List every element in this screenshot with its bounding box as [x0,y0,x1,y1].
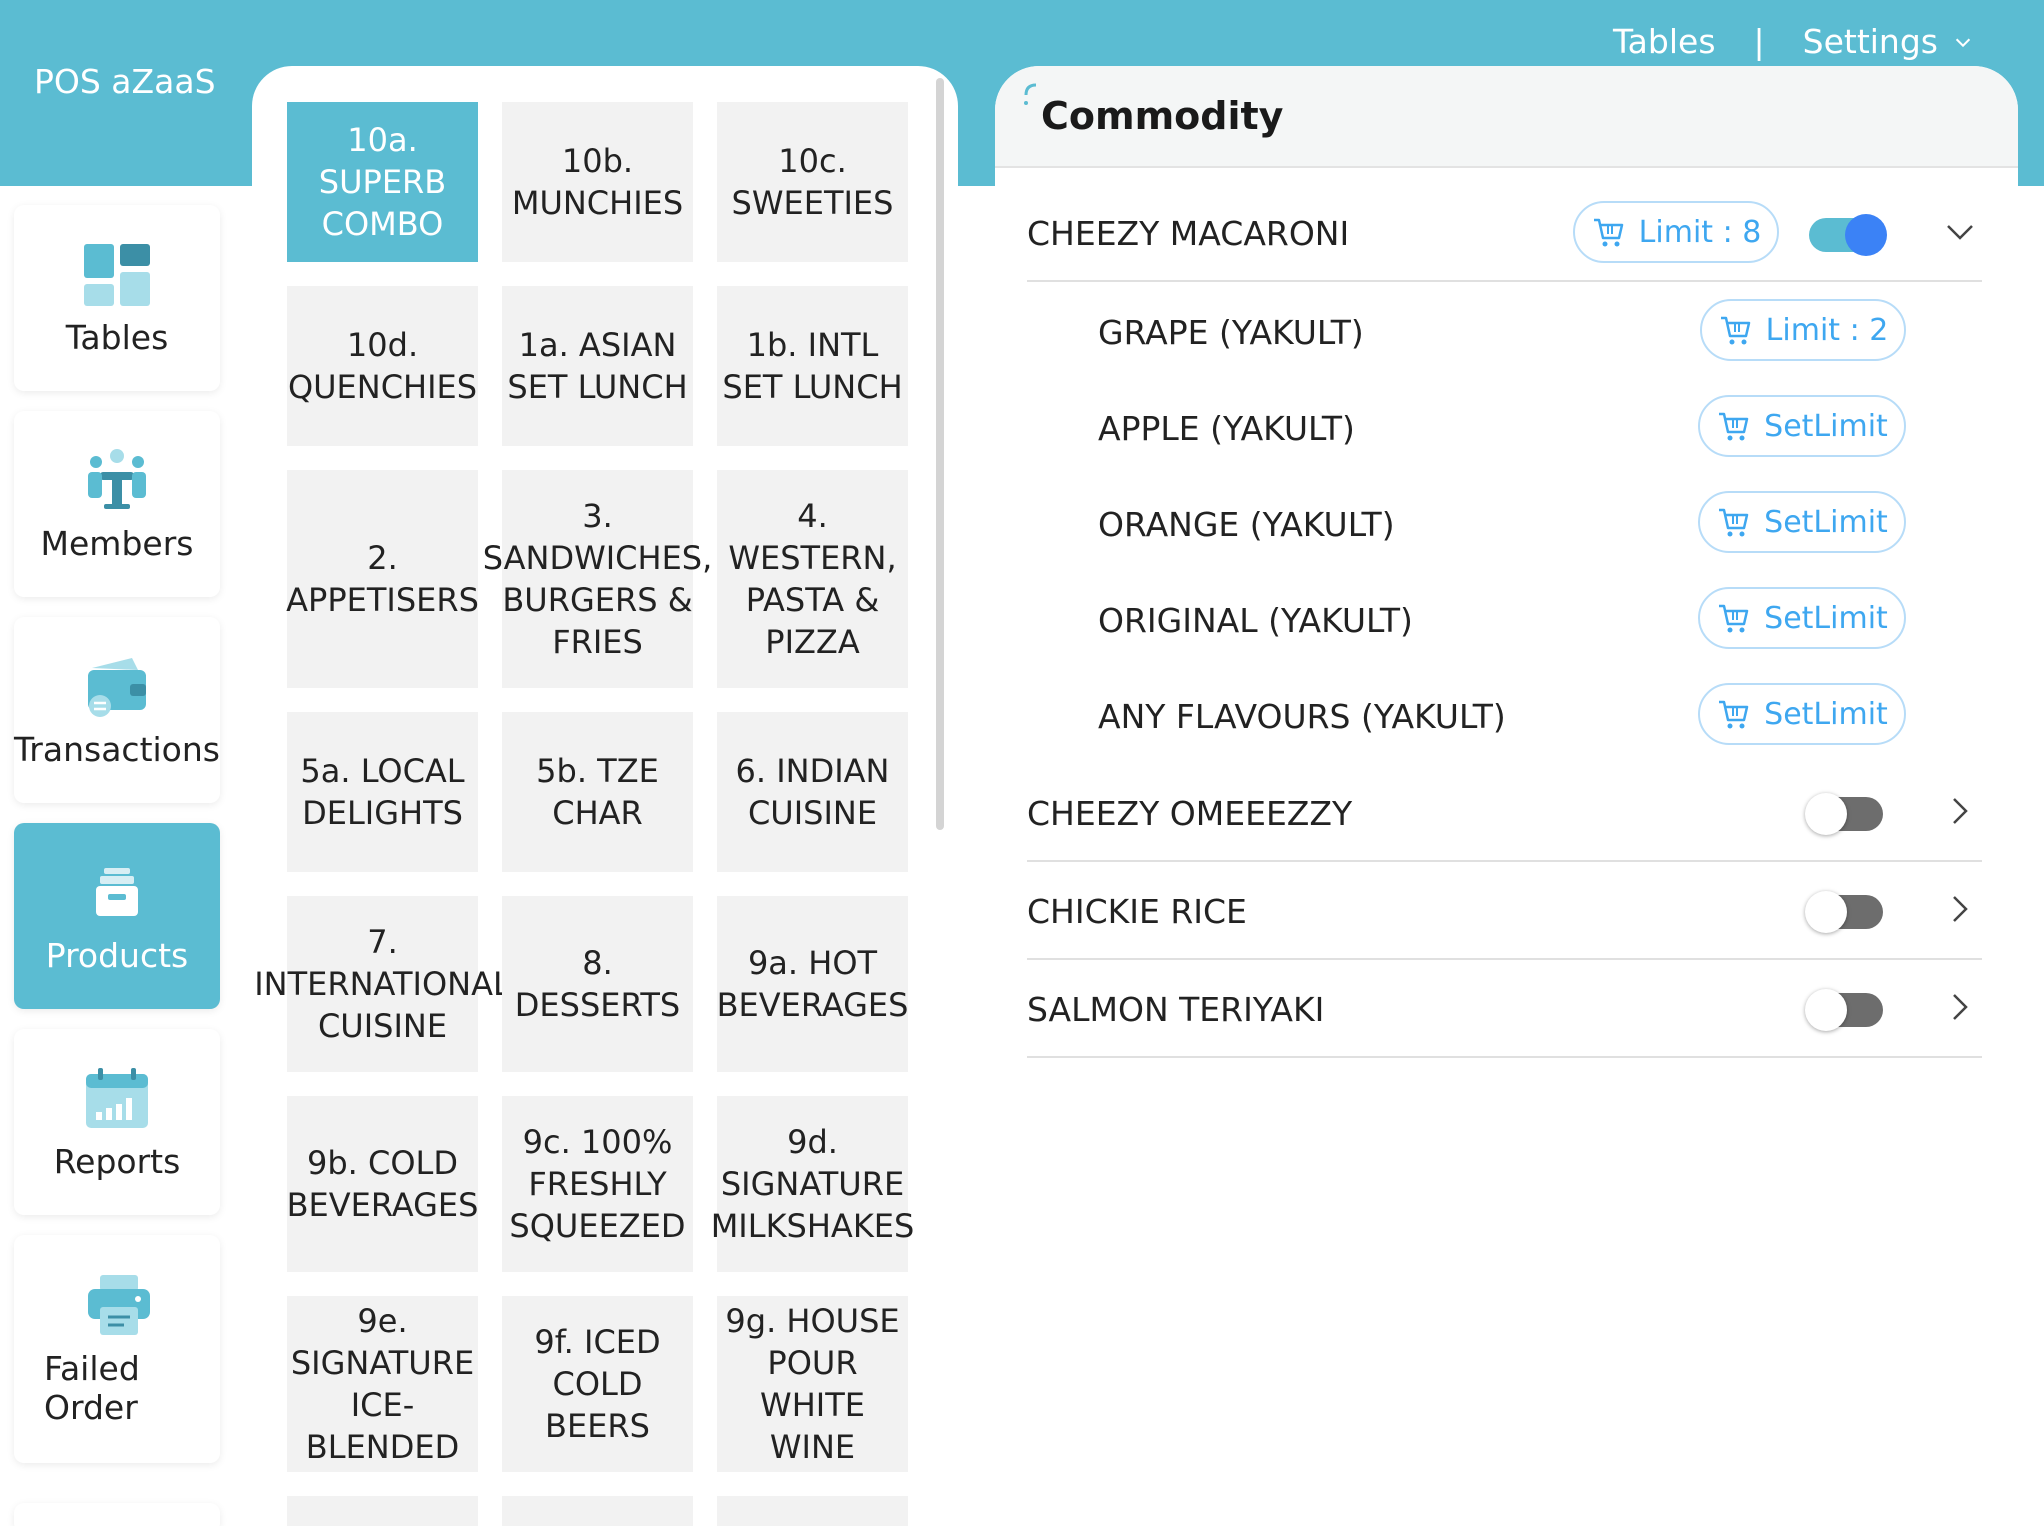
chevron-right-icon[interactable] [1942,989,1978,1025]
category-tile[interactable]: 9b. COLD BEVERAGES [287,1096,478,1272]
limit-label: SetLimit [1764,504,1888,540]
cart-icon [1719,700,1749,729]
category-tile[interactable]: 10c. SWEETIES [717,102,908,262]
settings-label: Settings [1802,22,1938,61]
toggle-knob [1845,214,1887,256]
set-limit-button[interactable]: SetLimit [1698,395,1906,457]
category-tile[interactable]: 9f. ICED COLD BEERS [502,1296,693,1472]
limit-label: SetLimit [1764,696,1888,732]
toggle-knob [1805,891,1847,933]
category-tile[interactable]: 4. WESTERN, PASTA & PIZZA [717,470,908,688]
sidebar-item-transactions[interactable]: Transactions [14,617,220,803]
chevron-right-icon[interactable] [1942,793,1978,829]
category-tile-partial[interactable] [502,1496,693,1526]
commodity-header: Commodity [995,66,2018,168]
category-tile[interactable]: 10d. QUENCHIES [287,286,478,446]
title-accent-icon [1024,83,1037,105]
commodity-panel: Commodity CHEEZY MACARONI Limit : 8 GRAP… [995,66,2018,1526]
products-icon [96,867,138,916]
topnav-settings-menu[interactable]: Settings [1803,22,1974,61]
limit-label: SetLimit [1764,408,1888,444]
product-enable-toggle[interactable] [1805,989,1883,1031]
topnav-separator: | [1753,22,1765,61]
category-tile[interactable]: 9g. HOUSE POUR WHITE WINE [717,1296,908,1472]
limit-label: Limit : 2 [1765,312,1889,348]
category-scrollbar[interactable] [936,78,944,830]
sidebar-item-label: Tables [65,317,169,357]
category-tile-partial[interactable] [287,1496,478,1526]
sidebar-item-failed-order[interactable]: Failed Order [14,1235,220,1463]
brand-title: POS aZaaS [34,62,216,101]
sidebar-item-reports[interactable]: Reports [14,1029,220,1215]
category-tile[interactable]: 2. APPETISERS [286,470,479,688]
product-enable-toggle[interactable] [1805,891,1883,933]
set-limit-button[interactable]: SetLimit [1698,491,1906,553]
sidebar-item-label: Order [44,1388,138,1427]
chevron-down-icon[interactable] [1942,214,1978,250]
top-nav: Tables | Settings [1613,22,1974,61]
category-tile[interactable]: 9c. 100% FRESHLY SQUEEZED [502,1096,693,1272]
members-icon [88,448,146,509]
set-limit-button[interactable]: Limit : 2 [1700,299,1906,361]
set-limit-button[interactable]: Limit : 8 [1573,201,1779,263]
cart-icon [1720,316,1750,345]
page-title: Commodity [1041,94,1284,138]
calendar-chart-icon [86,1067,148,1128]
sidebar-item-tables[interactable]: Tables [14,205,220,391]
printer-icon [88,1275,150,1335]
sidebar-item-label: Failed [44,1349,140,1388]
set-limit-button[interactable]: SetLimit [1698,587,1906,649]
sidebar-item-label: Transactions [14,729,220,769]
chevron-right-icon[interactable] [1942,891,1978,927]
sidebar-item-label: Products [45,935,189,975]
cart-icon [1719,604,1749,633]
sidebar-item-label: Reports [53,1141,181,1181]
toggle-knob [1805,793,1847,835]
category-tile[interactable]: 7. INTERNATIONAL CUISINE [254,896,511,1072]
category-tile[interactable]: 6. INDIAN CUISINE [717,712,908,872]
limit-label: Limit : 8 [1638,214,1762,250]
category-tile[interactable]: 9a. HOT BEVERAGES [717,896,908,1072]
topnav-tables-link[interactable]: Tables [1613,22,1716,61]
product-enable-toggle[interactable] [1809,214,1887,256]
sidebar-item-products[interactable]: Products [14,823,220,1009]
category-tile[interactable]: 9d. SIGNATURE MILKSHAKES [711,1096,914,1272]
cart-icon [1719,412,1749,441]
category-tile[interactable]: 9e. SIGNATURE ICE-BLENDED [287,1296,478,1472]
cart-icon [1593,218,1623,247]
wallet-icon [88,657,146,717]
category-tile[interactable]: 5b. TZE CHAR [502,712,693,872]
category-tile[interactable]: 1b. INTL SET LUNCH [717,286,908,446]
chevron-down-icon [1955,38,1971,47]
category-tile-partial[interactable] [717,1496,908,1526]
tables-icon [84,243,150,306]
category-tile[interactable]: 10b. MUNCHIES [502,102,693,262]
cart-icon [1719,508,1749,537]
sidebar-item-more[interactable] [14,1503,220,1526]
product-enable-toggle[interactable] [1805,793,1883,835]
category-tile[interactable]: 10a. SUPERB COMBO [287,102,478,262]
category-tile[interactable]: 3. SANDWICHES, BURGERS & FRIES [483,470,712,688]
category-tile[interactable]: 8. DESSERTS [502,896,693,1072]
set-limit-button[interactable]: SetLimit [1698,683,1906,745]
limit-label: SetLimit [1764,600,1888,636]
category-tile[interactable]: 1a. ASIAN SET LUNCH [502,286,693,446]
toggle-knob [1805,989,1847,1031]
category-tile[interactable]: 5a. LOCAL DELIGHTS [287,712,478,872]
sidebar-item-label: Members [40,523,194,563]
sidebar-item-members[interactable]: Members [14,411,220,597]
